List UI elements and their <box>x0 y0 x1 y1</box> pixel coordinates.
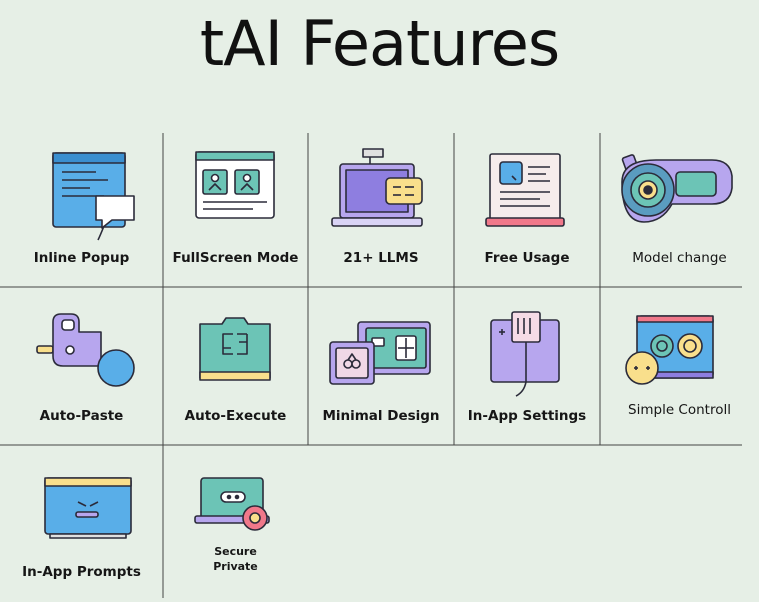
feature-in-app-prompts: In-App Prompts <box>0 446 163 596</box>
feature-model-change: Model change <box>600 134 759 286</box>
feature-label: FullScreen Mode <box>172 250 299 266</box>
feature-minimal-design: Minimal Design <box>308 288 454 444</box>
feature-inline-popup: Inline Popup <box>0 134 163 286</box>
feature-label-line1: Secure <box>214 545 257 558</box>
feature-auto-execute: Auto-Execute <box>163 288 308 444</box>
feature-label: Model change <box>632 250 727 266</box>
feature-free-usage: Free Usage <box>454 134 600 286</box>
feature-label: Simple Controll <box>628 402 731 418</box>
feature-label: In-App Prompts <box>22 564 141 580</box>
feature-in-app-settings: In-App Settings <box>454 288 600 444</box>
page-title: tAI Features <box>199 7 560 80</box>
feature-label: Inline Popup <box>33 250 130 266</box>
control-dials-icon <box>625 315 714 385</box>
feature-fullscreen-mode: FullScreen Mode <box>163 134 308 286</box>
feature-label: Auto-Paste <box>39 408 124 424</box>
feature-secure-private: Secure Private <box>163 446 308 596</box>
feature-label-line2: Private <box>213 560 258 573</box>
feature-label: Free Usage <box>484 250 570 266</box>
feature-simple-controll: Simple Controll <box>600 288 759 444</box>
feature-label: 21+ LLMS <box>343 250 419 266</box>
feature-auto-paste: Auto-Paste <box>0 288 163 444</box>
feature-label: Auto-Execute <box>184 408 287 424</box>
feature-label: In-App Settings <box>467 408 587 424</box>
feature-label: Minimal Design <box>322 408 440 424</box>
feature-llms: 21+ LLMS <box>308 134 454 286</box>
